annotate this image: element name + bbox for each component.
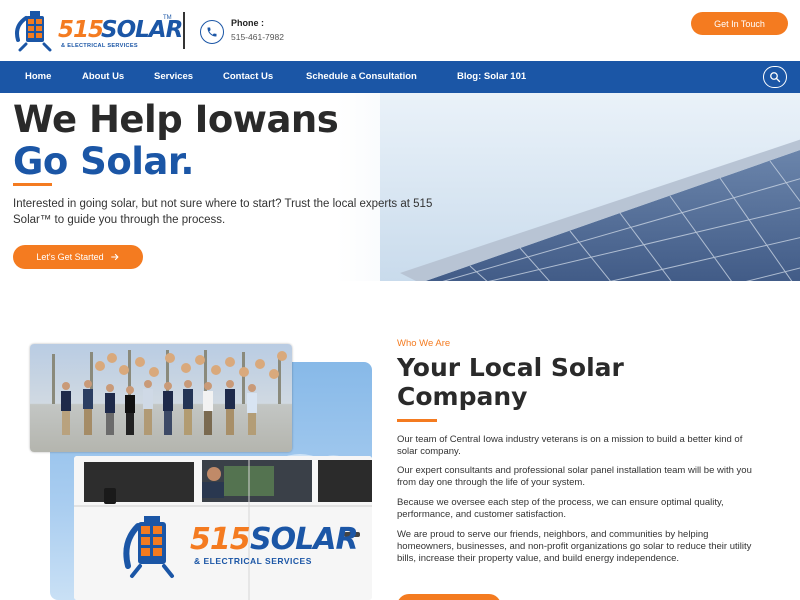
hero-section: We Help Iowans Go Solar. Interested in g… xyxy=(0,93,800,281)
phone-label: Phone : xyxy=(231,18,264,28)
hero-description: Interested in going solar, but not sure … xyxy=(13,198,433,226)
about-cta-button[interactable] xyxy=(397,594,501,600)
hero-accent-line xyxy=(13,183,52,186)
get-in-touch-button[interactable]: Get In Touch xyxy=(691,12,788,35)
about-eyebrow: Who We Are xyxy=(397,338,451,349)
arrow-right-icon xyxy=(110,253,119,261)
truck-logo-subtitle: & ELECTRICAL SERVICES xyxy=(194,556,312,566)
nav-item-contact-us[interactable]: Contact Us xyxy=(223,71,273,82)
team-photo xyxy=(30,344,292,452)
truck-logo-word: SOLAR xyxy=(250,522,359,557)
nav-item-services[interactable]: Services xyxy=(154,71,193,82)
logo-subtitle: & ELECTRICAL SERVICES xyxy=(61,43,138,49)
lets-get-started-button[interactable]: Let's Get Started xyxy=(13,245,143,269)
truck-logo-number: 515 xyxy=(190,522,251,557)
nav-item-about-us[interactable]: About Us xyxy=(82,71,124,82)
about-paragraph-2: Our expert consultants and professional … xyxy=(397,465,752,488)
nav-item-blog[interactable]: Blog: Solar 101 xyxy=(457,71,526,82)
about-paragraph-3: Because we oversee each step of the proc… xyxy=(397,497,724,520)
main-nav: Home About Us Services Contact Us Schedu… xyxy=(0,61,800,93)
about-paragraph-4: We are proud to serve our friends, neigh… xyxy=(397,529,752,564)
about-paragraph-1: Our team of Central Iowa industry vetera… xyxy=(397,434,743,457)
lets-get-started-label: Let's Get Started xyxy=(36,252,104,262)
search-icon xyxy=(770,72,781,83)
search-button[interactable] xyxy=(763,66,787,88)
site-logo[interactable]: 515 SOLAR TM & ELECTRICAL SERVICES xyxy=(14,10,183,52)
nav-item-schedule-consultation[interactable]: Schedule a Consultation xyxy=(306,71,417,82)
hero-title-line2: Go Solar. xyxy=(13,140,194,183)
header-divider xyxy=(183,12,185,49)
site-header: 515 SOLAR TM & ELECTRICAL SERVICES Phone… xyxy=(0,0,800,61)
phone-icon[interactable] xyxy=(200,20,224,44)
truck-photo: 515 SOLAR & ELECTRICAL SERVICES xyxy=(74,456,372,600)
solar-panel-mascot-icon xyxy=(15,11,52,52)
about-accent-line xyxy=(397,419,437,422)
nav-item-home[interactable]: Home xyxy=(25,71,51,82)
logo-number: 515 xyxy=(58,17,104,43)
hero-title-line1: We Help Iowans xyxy=(13,98,339,141)
phone-number[interactable]: 515-461-7982 xyxy=(231,32,284,42)
logo-trademark: TM xyxy=(163,15,172,21)
about-title: Your Local Solar Company xyxy=(397,353,624,411)
